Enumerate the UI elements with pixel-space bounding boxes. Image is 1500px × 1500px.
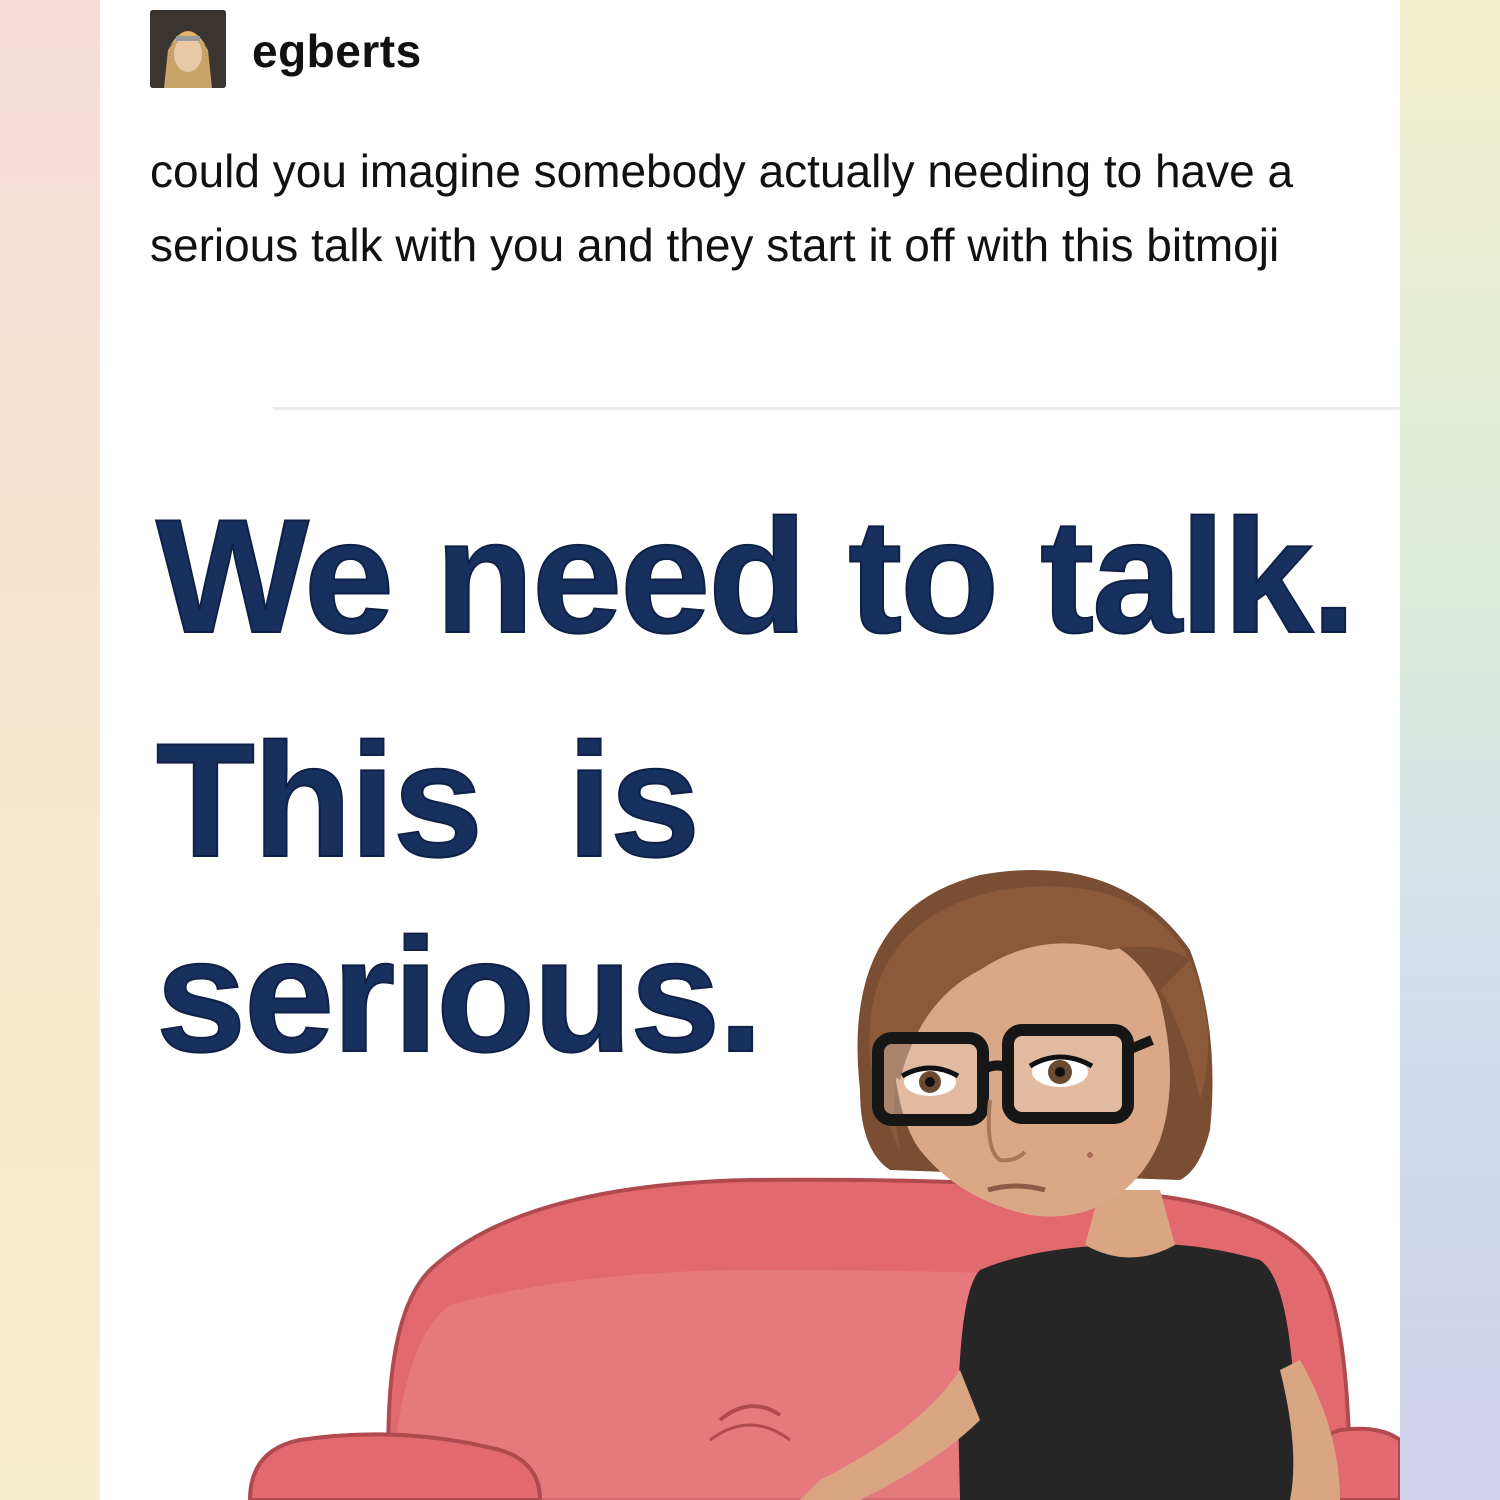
- user-avatar[interactable]: [150, 10, 226, 88]
- bitmoji-headline-line1: We need to talk.: [155, 486, 1357, 667]
- tumblr-post-card: egberts could you imagine somebody actua…: [100, 0, 1400, 1500]
- post-username[interactable]: egberts: [252, 24, 422, 78]
- post-divider: [273, 407, 1400, 410]
- post-body-text: could you imagine somebody actually need…: [150, 145, 1294, 271]
- bitmoji-illustration: [247, 870, 1400, 1500]
- gradient-border-right: [1400, 0, 1500, 1500]
